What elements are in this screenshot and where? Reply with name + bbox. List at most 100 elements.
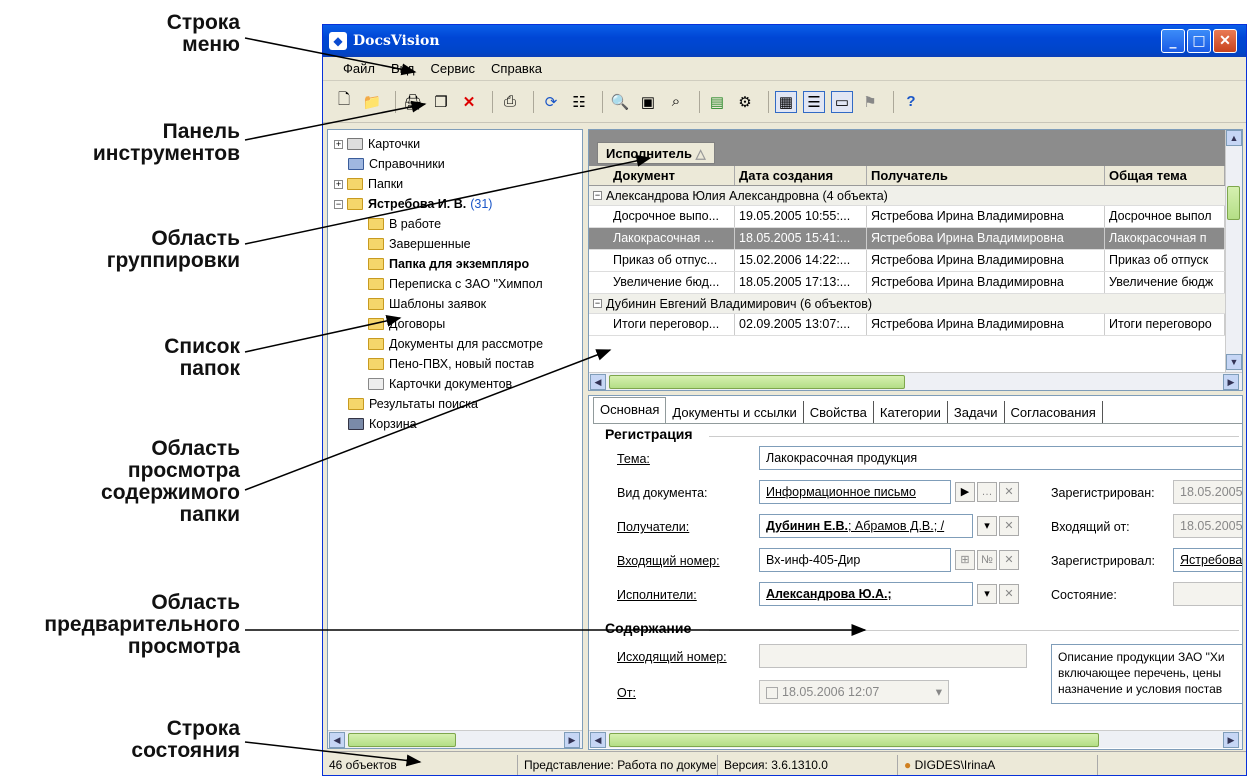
collapse-icon[interactable]: − <box>593 191 602 200</box>
dropdown-icon[interactable]: ▾ <box>936 684 942 699</box>
group-by-executor-button[interactable]: Исполнитель △ <box>597 142 715 164</box>
grid-vertical-scrollbar[interactable]: ▲ ▼ <box>1225 130 1242 372</box>
print-icon[interactable]: ⎙ <box>499 91 521 113</box>
table-row[interactable]: Итоги переговор... 02.09.2005 13:07:... Яс… <box>589 314 1242 336</box>
clear-icon[interactable]: ✕ <box>999 516 1019 536</box>
tree-horizontal-scrollbar[interactable]: ◀ ▶ <box>328 730 582 748</box>
from-date-field[interactable]: 18.05.2006 12:07 ▾ <box>759 680 949 704</box>
tab-properties[interactable]: Свойства <box>804 401 874 423</box>
menu-file[interactable]: Файл <box>343 61 375 76</box>
tree-item-doc-cards[interactable]: Карточки документов <box>368 374 512 394</box>
refresh-icon[interactable]: ⟳ <box>540 91 562 113</box>
incoming-from-field[interactable]: 18.05.2005 <box>1173 514 1242 538</box>
checkbox[interactable] <box>766 686 778 699</box>
send-icon[interactable]: 🖨 <box>402 91 424 113</box>
tree-item-templates[interactable]: Шаблоны заявок <box>368 294 486 314</box>
view-preview-icon[interactable]: ▭ <box>831 90 853 113</box>
scroll-left-icon[interactable]: ◀ <box>590 374 606 390</box>
column-header-topic[interactable]: Общая тема <box>1105 166 1225 185</box>
tab-approvals[interactable]: Согласования <box>1005 401 1103 423</box>
scroll-right-icon[interactable]: ▶ <box>564 732 580 748</box>
table-row[interactable]: Досрочное выпо... 19.05.2005 10:55:... Яст… <box>589 206 1242 228</box>
group-row[interactable]: − Александрова Юлия Александровна (4 объе… <box>589 186 1242 206</box>
clear-icon[interactable]: ✕ <box>999 584 1019 604</box>
group-row[interactable]: − Дубинин Евгений Владимирович (6 объекто… <box>589 294 1242 314</box>
calculator-icon[interactable]: ⊞ <box>955 550 975 570</box>
view-list-icon[interactable]: ☰ <box>803 90 825 113</box>
collapse-icon[interactable]: − <box>593 299 602 308</box>
table-row[interactable]: Увеличение бюд... 18.05.2005 17:13:... Яст… <box>589 272 1242 294</box>
column-header-recipient[interactable]: Получатель <box>867 166 1105 185</box>
scroll-thumb[interactable] <box>609 375 905 389</box>
table-row[interactable]: Приказ об отпус... 15.02.2006 14:22:... Яс… <box>589 250 1242 272</box>
number-icon[interactable]: № <box>977 550 997 570</box>
maximize-button[interactable]: □ <box>1187 29 1211 53</box>
tree-item-finished[interactable]: Завершенные <box>368 234 471 254</box>
tree-item-search-results[interactable]: Результаты поиска <box>348 394 478 414</box>
scroll-right-icon[interactable]: ▶ <box>1223 732 1239 748</box>
tab-tasks[interactable]: Задачи <box>948 401 1005 423</box>
scroll-left-icon[interactable]: ◀ <box>329 732 345 748</box>
tab-main[interactable]: Основная <box>593 397 667 423</box>
tree-item-user-folder[interactable]: − Ястребова И. В. (31) <box>334 194 492 214</box>
scroll-down-icon[interactable]: ▼ <box>1226 354 1242 370</box>
tree-item-correspondence[interactable]: Переписка с ЗАО "Химпол <box>368 274 543 294</box>
tree-item-trash[interactable]: Корзина <box>348 414 417 434</box>
scroll-up-icon[interactable]: ▲ <box>1226 130 1242 146</box>
registered-date-field[interactable]: 18.05.2005 <box>1173 480 1242 504</box>
export-icon[interactable]: ▤ <box>706 91 728 113</box>
expand-icon[interactable]: ▶ <box>955 482 975 502</box>
scroll-left-icon[interactable]: ◀ <box>590 732 606 748</box>
tab-categories[interactable]: Категории <box>874 401 948 423</box>
scroll-thumb[interactable] <box>1227 186 1240 220</box>
close-button[interactable]: ✕ <box>1213 29 1237 53</box>
registered-by-field[interactable]: Ястребова <box>1173 548 1242 572</box>
tree-item-foam[interactable]: Пено-ПВХ, новый постав <box>368 354 534 374</box>
scroll-right-icon[interactable]: ▶ <box>1223 374 1239 390</box>
tree-item-copies[interactable]: Папка для экземпляро <box>368 254 529 274</box>
subject-field[interactable]: Лакокрасочная продукция <box>759 446 1242 470</box>
copy-icon[interactable]: ❐ <box>430 91 452 113</box>
tree-item-cards[interactable]: + Карточки <box>334 134 420 154</box>
scroll-thumb[interactable] <box>348 733 456 747</box>
dropdown-icon[interactable]: ▾ <box>977 584 997 604</box>
find-folder-icon[interactable]: ⌕ <box>665 91 687 113</box>
menu-view[interactable]: Вид <box>391 61 415 76</box>
expand-icon[interactable]: + <box>334 139 343 149</box>
new-card-icon[interactable]: 🗋 <box>333 91 355 113</box>
settings-icon[interactable]: ⚙ <box>734 91 756 113</box>
tree-item-in-work[interactable]: В работе <box>368 214 441 234</box>
incoming-number-field[interactable]: Вх-инф-405-Дир <box>759 548 951 572</box>
tree-item-folders[interactable]: + Папки <box>334 174 403 194</box>
new-folder-icon[interactable]: 📁 <box>361 91 383 113</box>
dropdown-icon[interactable]: ▾ <box>977 516 997 536</box>
recipients-field[interactable]: Дубинин Е.В.; Абрамов Д.В.; / <box>759 514 973 538</box>
grid-horizontal-scrollbar[interactable]: ◀ ▶ <box>589 372 1242 390</box>
grouping-area[interactable]: Исполнитель △ <box>589 130 1242 166</box>
expand-icon[interactable]: + <box>334 179 343 189</box>
state-field[interactable] <box>1173 582 1242 606</box>
menu-help[interactable]: Справка <box>491 61 542 76</box>
properties-icon[interactable]: ☷ <box>568 91 590 113</box>
menu-service[interactable]: Сервис <box>431 61 476 76</box>
executors-field[interactable]: Александрова Ю.А.; <box>759 582 973 606</box>
column-header-created[interactable]: Дата создания <box>735 166 867 185</box>
column-header-document[interactable]: Документ <box>609 166 735 185</box>
clear-icon[interactable]: ✕ <box>999 482 1019 502</box>
clear-icon[interactable]: ✕ <box>999 550 1019 570</box>
tree-item-directories[interactable]: Справочники <box>348 154 445 174</box>
tree-item-contracts[interactable]: Договоры <box>368 314 445 334</box>
doctype-field[interactable]: Информационное письмо <box>759 480 951 504</box>
view-tree-icon[interactable]: ▦ <box>775 90 797 113</box>
browse-button[interactable]: … <box>977 482 997 502</box>
delete-icon[interactable]: ✕ <box>458 91 480 113</box>
flag-icon[interactable]: ⚑ <box>859 91 881 113</box>
outgoing-number-field[interactable] <box>759 644 1027 668</box>
scroll-thumb[interactable] <box>609 733 1099 747</box>
description-field[interactable]: Описание продукции ЗАО "Хи включающее пе… <box>1051 644 1242 704</box>
search-icon[interactable]: 🔍 <box>609 91 631 113</box>
title-bar[interactable]: ◆ DocsVision _ □ ✕ <box>323 25 1246 57</box>
tab-documents-links[interactable]: Документы и ссылки <box>666 401 804 423</box>
help-icon[interactable]: ? <box>900 91 922 113</box>
table-row-selected[interactable]: Лакокрасочная ... 18.05.2005 15:41:... Яст… <box>589 228 1242 250</box>
